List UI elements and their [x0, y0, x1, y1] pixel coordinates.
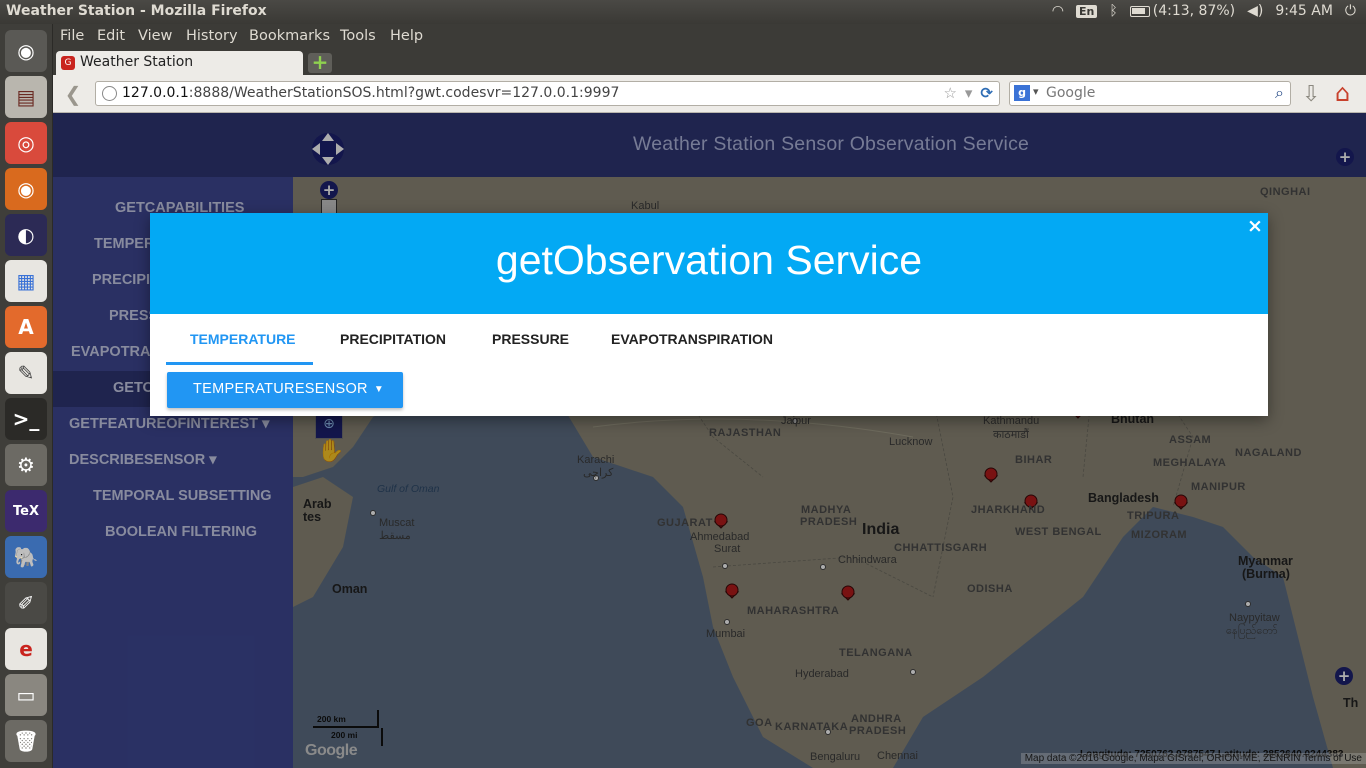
menu-edit[interactable]: Edit — [97, 28, 125, 44]
url-bar[interactable]: 127.0.0.1:8888/WeatherStationSOS.html?gw… — [95, 81, 1000, 106]
caret-down-icon: ▼ — [373, 383, 385, 395]
search-placeholder: Google — [1046, 85, 1096, 101]
close-icon[interactable]: × — [1246, 217, 1264, 236]
menu-history[interactable]: History — [186, 28, 238, 44]
browser-menubar: File Edit View History Bookmarks Tools H… — [53, 24, 1366, 49]
engine-dropdown-icon[interactable]: ▾ — [1033, 85, 1039, 98]
browser-navbar: ❮ 127.0.0.1:8888/WeatherStationSOS.html?… — [53, 75, 1366, 113]
os-top-panel: Weather Station - Mozilla Firefox ◠ En ᛒ… — [0, 0, 1366, 24]
firefox-icon[interactable]: ◉ — [5, 168, 47, 210]
reload-icon[interactable]: ⟳ — [980, 84, 993, 102]
search-icon[interactable]: ⌕ — [1275, 83, 1284, 103]
download-arrow-icon[interactable]: ⇩ — [1302, 82, 1320, 107]
active-tab-indicator — [166, 362, 313, 365]
tab-temperature[interactable]: TEMPERATURE — [190, 331, 296, 347]
menu-file[interactable]: File — [60, 28, 84, 44]
text-editor-icon[interactable]: ✎ — [5, 352, 47, 394]
pgadmin-icon[interactable]: 🐘 — [5, 536, 47, 578]
new-tab-button[interactable]: + — [308, 52, 332, 73]
paint-icon[interactable]: ✐ — [5, 582, 47, 624]
drive-icon[interactable]: ▭ — [5, 674, 47, 716]
settings-penguin-icon[interactable]: ⚙ — [5, 444, 47, 486]
modal-title: getObservation Service — [495, 237, 923, 283]
tab-weather-station[interactable]: G Weather Station — [56, 51, 303, 75]
window-title: Weather Station - Mozilla Firefox — [6, 3, 267, 19]
site-identity-icon[interactable] — [102, 86, 117, 101]
sensor-dropdown-button[interactable]: TEMPERATURESENSOR ▼ — [167, 372, 403, 408]
system-tray: ◠ En ᛒ (4:13, 87%) ◀) 9:45 AM ⏻ — [1052, 3, 1356, 19]
power-icon[interactable]: ⏻ — [1345, 3, 1356, 19]
menu-tools[interactable]: Tools — [340, 28, 376, 44]
ebook-icon[interactable]: e — [5, 628, 47, 670]
home-icon[interactable]: ⌂ — [1335, 79, 1350, 107]
trash-icon[interactable]: 🗑 — [5, 720, 47, 762]
libreoffice-impress-icon[interactable]: ▦ — [5, 260, 47, 302]
files-icon[interactable]: ▤ — [5, 76, 47, 118]
browser-tabbar: G Weather Station + — [53, 49, 1366, 75]
menu-view[interactable]: View — [138, 28, 172, 44]
url-host: 127.0.0.1 — [122, 85, 189, 101]
tab-evapotranspiration[interactable]: EVAPOTRANSPIRATION — [611, 331, 773, 347]
modal-backdrop[interactable] — [53, 113, 1366, 768]
ubuntu-dash-icon[interactable]: ◉ — [5, 30, 47, 72]
eclipse-icon[interactable]: ◐ — [5, 214, 47, 256]
tab-title: Weather Station — [80, 54, 194, 70]
unity-launcher: ◉ ▤ ◎ ◉ ◐ ▦ A ✎ >_ ⚙ TeX 🐘 ✐ e ▭ 🗑 — [0, 24, 53, 768]
volume-icon[interactable]: ◀) — [1247, 3, 1263, 19]
gwt-favicon-icon: G — [61, 56, 75, 70]
keyboard-language-indicator[interactable]: En — [1075, 4, 1098, 18]
terminal-icon[interactable]: >_ — [5, 398, 47, 440]
google-engine-icon[interactable]: g — [1014, 85, 1030, 101]
chrome-icon[interactable]: ◎ — [5, 122, 47, 164]
getobservation-modal: getObservation Service × TEMPERATURE PRE… — [150, 213, 1268, 416]
texmaker-icon[interactable]: TeX — [5, 490, 47, 532]
back-arrow-icon[interactable]: ❮ — [61, 82, 85, 106]
search-bar[interactable]: g ▾ Google ⌕ — [1009, 81, 1291, 106]
menu-help[interactable]: Help — [390, 28, 423, 44]
tab-pressure[interactable]: PRESSURE — [492, 331, 569, 347]
modal-header: getObservation Service × — [150, 213, 1268, 314]
bluetooth-icon[interactable]: ᛒ — [1109, 3, 1117, 19]
menu-bookmarks[interactable]: Bookmarks — [249, 28, 330, 44]
wifi-icon[interactable]: ◠ — [1052, 3, 1064, 19]
software-center-icon[interactable]: A — [5, 306, 47, 348]
battery-indicator[interactable]: (4:13, 87%) — [1129, 3, 1235, 19]
history-dropdown-icon[interactable]: ▾ — [965, 84, 973, 102]
battery-icon — [1129, 5, 1150, 17]
bookmark-star-icon[interactable]: ☆ — [943, 84, 956, 102]
clock[interactable]: 9:45 AM — [1275, 3, 1333, 19]
tab-precipitation[interactable]: PRECIPITATION — [340, 331, 446, 347]
url-path: :8888/WeatherStationSOS.html?gwt.codesvr… — [188, 85, 620, 101]
